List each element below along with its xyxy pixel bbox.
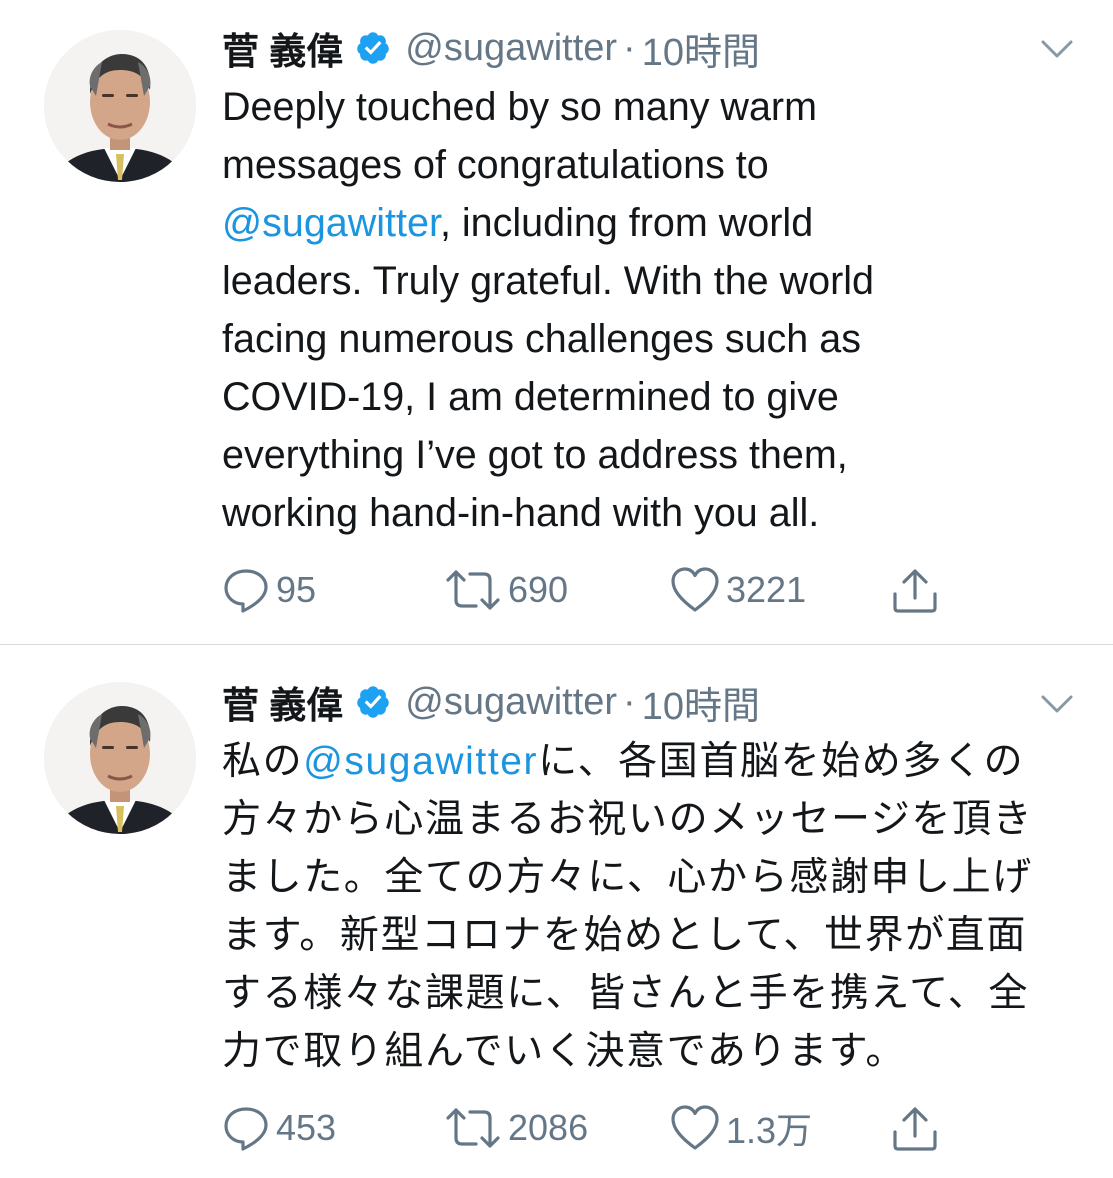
- share-button[interactable]: [890, 562, 940, 618]
- share-icon: [893, 569, 937, 613]
- tweet-text-segment: Deeply touched by so many warm: [222, 85, 817, 129]
- tweet-text-segment: everything I’ve got to address them,: [222, 433, 848, 477]
- tweet-text-line: everything I’ve got to address them,: [222, 426, 1082, 484]
- tweet-text-segment: ます。新型コロナを始めとして、世界が直面: [222, 914, 1027, 957]
- tweet-text-segment: に、各国首脳を始め多くの: [538, 740, 1025, 783]
- tweet-text-line: 方々から心温まるお祝いのメッセージを頂き: [222, 791, 1082, 849]
- tweet-text-line: する様々な課題に、皆さんと手を携えて、全: [222, 965, 1082, 1023]
- tweet-text-line: COVID-19, I am determined to give: [222, 368, 1082, 426]
- reply-bubble-icon: [224, 569, 268, 613]
- heart-icon: [671, 567, 719, 612]
- header-separator: ·: [623, 26, 636, 69]
- avatar[interactable]: [44, 30, 196, 182]
- tweet-timestamp[interactable]: 10時間: [642, 21, 760, 76]
- tweet-text-line: ます。新型コロナを始めとして、世界が直面: [222, 907, 1082, 965]
- like-count: 3221: [726, 569, 807, 610]
- tweet-text: Deeply touched by so many warm messages o…: [222, 78, 1082, 542]
- header-separator: ·: [623, 680, 636, 723]
- tweet-text-line: 力で取り組んでいく決意であります。: [222, 1023, 1082, 1081]
- avatar[interactable]: [44, 682, 196, 834]
- tweet-header: 菅 義偉 @sugawitter · 10時間: [222, 675, 760, 729]
- like-count: 1.3万: [726, 1110, 813, 1151]
- verified-badge-icon: [355, 684, 391, 720]
- retweet-button[interactable]: 690: [444, 562, 568, 618]
- tweet-text-segment: 方々から心温まるお祝いのメッセージを頂き: [222, 798, 1034, 841]
- like-button[interactable]: 1.3万: [670, 1100, 812, 1156]
- tweet[interactable]: 菅 義偉 @sugawitter · 10時間 私の@sugawitterに、各…: [0, 645, 1113, 1178]
- tweet-text-line: facing numerous challenges such as: [222, 310, 1082, 368]
- like-button[interactable]: 3221: [670, 562, 806, 618]
- tweet-header: 菅 義偉 @sugawitter · 10時間: [222, 21, 760, 75]
- retweet-button[interactable]: 2086: [444, 1100, 588, 1156]
- reply-count: 95: [276, 569, 317, 610]
- reply-button[interactable]: 453: [222, 1100, 336, 1156]
- retweet-icon: [446, 1108, 500, 1148]
- tweet-text-line: working hand-in-hand with you all.: [222, 484, 1082, 542]
- reply-count: 453: [276, 1107, 337, 1148]
- retweet-count: 2086: [508, 1107, 589, 1148]
- author-handle[interactable]: @sugawitter: [405, 681, 617, 724]
- heart-icon: [671, 1105, 719, 1150]
- tweet-text-line: 私の@sugawitterに、各国首脳を始め多くの: [222, 733, 1082, 791]
- chevron-down-icon[interactable]: [1040, 693, 1074, 715]
- tweet-text-segment: messages of congratulations to: [222, 143, 769, 187]
- tweet-actions: 95 690 3221: [222, 562, 982, 618]
- share-icon: [893, 1107, 937, 1151]
- tweet-text-segment: COVID-19, I am determined to give: [222, 375, 839, 419]
- tweet-text-line: Deeply touched by so many warm: [222, 78, 1082, 136]
- tweet-text-line: leaders. Truly grateful. With the world: [222, 252, 1082, 310]
- tweet-text-segment: leaders. Truly grateful. With the world: [222, 259, 875, 303]
- reply-button[interactable]: 95: [222, 562, 316, 618]
- tweet-timestamp[interactable]: 10時間: [642, 675, 760, 730]
- tweet-text-segment: working hand-in-hand with you all.: [222, 491, 820, 535]
- tweet-text-segment: 力で取り組んでいく決意であります。: [222, 1030, 906, 1073]
- tweet-text: 私の@sugawitterに、各国首脳を始め多くの方々から心温まるお祝いのメッセ…: [222, 733, 1082, 1081]
- tweet-text-segment: facing numerous challenges such as: [222, 317, 861, 361]
- retweet-count: 690: [508, 569, 569, 610]
- author-name[interactable]: 菅 義偉: [222, 675, 343, 729]
- reply-bubble-icon: [224, 1107, 268, 1151]
- tweet-actions: 453 2086 1.3万: [222, 1100, 982, 1156]
- tweet-text-line: messages of congratulations to: [222, 136, 1082, 194]
- tweet[interactable]: 菅 義偉 @sugawitter · 10時間 Deeply touched b…: [0, 0, 1113, 644]
- mention-link[interactable]: @sugawitter: [303, 740, 538, 783]
- tweet-text-line: @sugawitter, including from world: [222, 194, 1082, 252]
- tweet-text-segment: する様々な課題に、皆さんと手を携えて、全: [222, 972, 1029, 1015]
- retweet-icon: [446, 570, 500, 610]
- share-button[interactable]: [890, 1100, 940, 1156]
- tweet-text-segment: 私の: [222, 740, 304, 783]
- tweet-text-segment: ました。全ての方々に、心から感謝申し上げ: [222, 856, 1033, 899]
- author-handle[interactable]: @sugawitter: [405, 27, 617, 70]
- mention-link[interactable]: @sugawitter: [222, 201, 440, 245]
- author-name[interactable]: 菅 義偉: [222, 21, 343, 75]
- tweet-text-segment: , including from world: [439, 201, 814, 245]
- verified-badge-icon: [355, 30, 391, 66]
- tweet-text-line: ました。全ての方々に、心から感謝申し上げ: [222, 849, 1082, 907]
- chevron-down-icon[interactable]: [1040, 38, 1074, 60]
